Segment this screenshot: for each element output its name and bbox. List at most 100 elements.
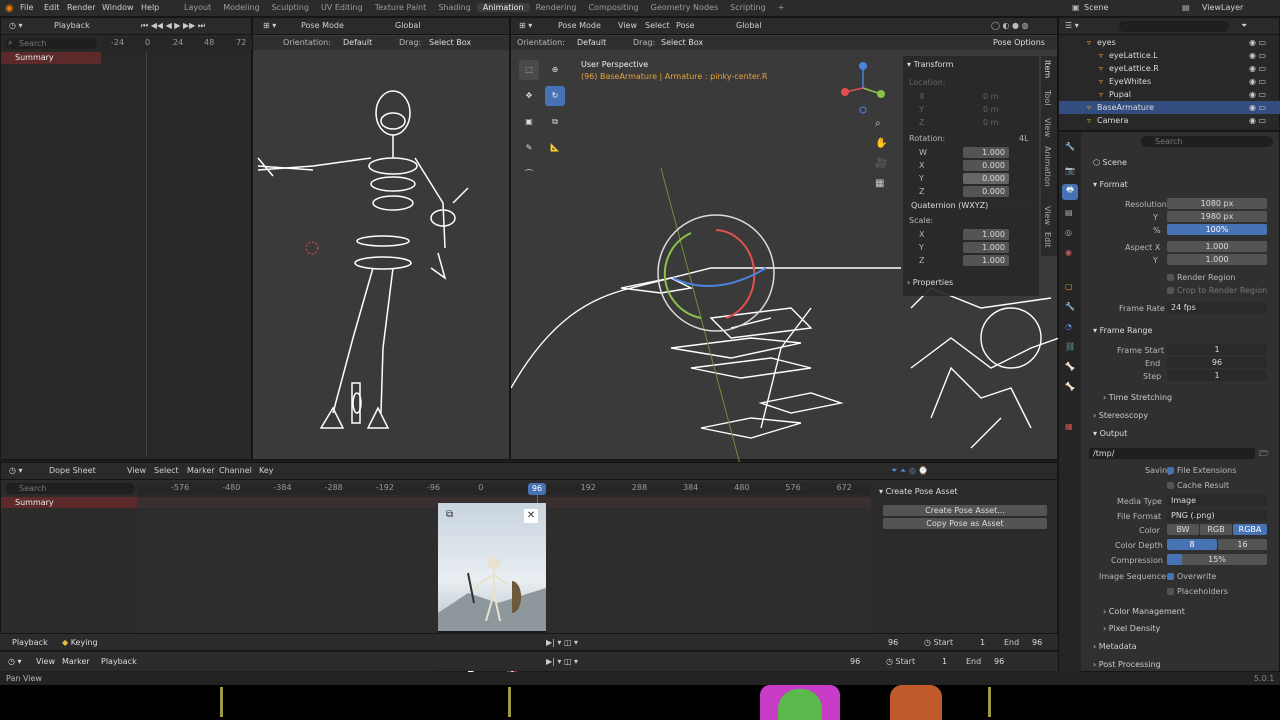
tab-layout[interactable]: Layout [178,3,217,12]
tab-modeling[interactable]: Modeling [217,3,265,12]
dope-select-menu[interactable]: Select [154,466,179,475]
object-props-icon[interactable]: ▢ [1065,282,1073,291]
left-editor-icon[interactable]: ⊞ ▾ [263,21,276,30]
frame-end-field[interactable]: 96 [1167,357,1267,368]
end-value-1[interactable]: 96 [1032,638,1042,647]
color-rgb-button[interactable]: RGB [1200,524,1232,535]
tool-move[interactable]: ✥ [519,86,539,106]
playback-menu-1[interactable]: Playback [12,638,48,647]
main-view-menu[interactable]: View [618,21,637,30]
aspect-y-field[interactable]: 1.000 [1167,254,1267,265]
pan-hand-icon[interactable]: ✋ [875,138,887,149]
rot-z-value[interactable]: 0.000 [963,186,1009,197]
outliner-row[interactable]: eyes ▿ ◉ ▭ [1059,36,1280,49]
marker-menu-2[interactable]: Marker [62,657,90,666]
viewport-shading-icons[interactable]: ◯ ◐ ● ◍ [991,21,1029,30]
main-editor-icon[interactable]: ⊞ ▾ [519,21,532,30]
tab-geometry-nodes[interactable]: Geometry Nodes [645,3,724,12]
visibility-eye-icon[interactable]: ◉ ▭ [1249,90,1266,99]
copy-pose-asset-button[interactable]: Copy Pose as Asset [883,518,1047,529]
main-orientation-select[interactable]: Default [577,38,606,47]
playback-menu[interactable]: Playback [54,21,90,30]
npanel-tab-item[interactable]: Item [1043,60,1052,78]
loc-x-value[interactable]: 0 m [983,92,998,101]
tool-cursor[interactable]: ⊕ [545,60,565,80]
playback-menu-2[interactable]: Playback [101,657,137,666]
npanel-tab-tool[interactable]: Tool [1043,90,1052,106]
pixel-density-header[interactable]: › Pixel Density [1103,624,1160,633]
outliner-search[interactable] [1119,21,1229,32]
scene-selector[interactable]: Scene [1084,3,1108,12]
format-panel-header[interactable]: ▾ Format [1093,180,1128,189]
menu-render[interactable]: Render [67,3,95,12]
main-pose-menu[interactable]: Pose [676,21,695,30]
main-select-menu[interactable]: Select [645,21,670,30]
render-region-checkbox[interactable]: Render Region [1167,273,1235,282]
rot-y-value[interactable]: 0.000 [963,173,1009,184]
add-workspace-button[interactable]: + [772,3,791,12]
npanel-tab-edit[interactable]: Edit [1043,232,1052,248]
world-props-icon[interactable]: ◉ [1065,248,1072,257]
texture-props-icon[interactable]: ▦ [1065,422,1073,431]
dope-sheet-mode[interactable]: Dope Sheet [49,466,96,475]
npanel-tab-view-2[interactable]: View [1043,206,1052,225]
current-frame-field-2[interactable]: 96 [850,657,860,666]
transform-panel-title[interactable]: ▾ Transform [907,60,953,69]
rot-x-value[interactable]: 0.000 [963,160,1009,171]
rot-w-value[interactable]: 1.000 [963,147,1009,158]
play-controls[interactable]: ⏮ ◀◀ ◀ ▶ ▶▶ ⏭ [141,21,205,31]
tool-props-icon[interactable]: 🔧 [1065,142,1075,151]
menu-edit[interactable]: Edit [44,3,60,12]
tab-rendering[interactable]: Rendering [530,3,583,12]
resolution-y-field[interactable]: 1980 px [1167,211,1267,222]
stereoscopy-header[interactable]: › Stereoscopy [1093,411,1148,420]
tab-texture-paint[interactable]: Texture Paint [369,3,433,12]
current-frame-field-1[interactable]: 96 [888,638,898,647]
view-menu-2[interactable]: View [36,657,55,666]
view-layer-selector[interactable]: ViewLayer [1202,3,1243,12]
dope-key-menu[interactable]: Key [259,466,274,475]
resolution-x-field[interactable]: 1080 px [1167,198,1267,209]
outliner-row[interactable]: eyeLattice.L ▿ ◉ ▭ [1059,49,1280,62]
dope-ruler[interactable] [137,483,871,495]
scl-y-value[interactable]: 1.000 [963,242,1009,253]
editor-type-icon[interactable]: ◷ ▾ [9,21,23,30]
metadata-header[interactable]: › Metadata [1093,642,1137,651]
menu-file[interactable]: File [20,3,33,12]
outliner-row[interactable]: Camera ▿ ◉ ▭ [1059,114,1280,127]
depth-16-button[interactable]: 16 [1218,539,1267,550]
physics-props-icon[interactable]: ◔ [1065,322,1072,331]
outliner-editor-icon[interactable]: ☰ ▾ [1065,21,1079,30]
bone-props-icon[interactable]: 🦴 [1065,382,1075,391]
tab-shading[interactable]: Shading [432,3,477,12]
frame-start-field[interactable]: 1 [1167,344,1267,355]
dope-summary[interactable]: Summary [1,497,137,508]
visibility-eye-icon[interactable]: ◉ ▭ [1249,116,1266,125]
visibility-eye-icon[interactable]: ◉ ▭ [1249,77,1266,86]
tab-sculpting[interactable]: Sculpting [266,3,315,12]
start-value-2[interactable]: 1 [942,657,947,666]
dope-search[interactable]: Search [5,483,135,494]
loc-y-value[interactable]: 0 m [983,105,998,114]
timeline-ruler[interactable]: -24 0 24 48 72 [101,38,253,50]
npanel-tab-animation[interactable]: Animation [1043,146,1052,187]
end-value-2[interactable]: 96 [994,657,1004,666]
play-controls-1[interactable]: ▶| ▾ ◫ ▾ [546,638,578,647]
tab-animation[interactable]: Animation [476,3,530,12]
outliner-row[interactable]: eyeLattice.R ▿ ◉ ▭ [1059,62,1280,75]
left-drag-select[interactable]: Select Box [429,38,471,47]
play-controls-2[interactable]: ▶| ▾ ◫ ▾ [546,657,578,666]
color-bw-button[interactable]: BW [1167,524,1199,535]
left-viewport[interactable]: ⊞ ▾ Pose Mode Global Orientation: Defaul… [252,17,510,460]
keying-menu[interactable]: ◆ Keying [62,638,98,647]
time-stretching-header[interactable]: › Time Stretching [1103,393,1172,402]
post-processing-header[interactable]: › Post Processing [1093,660,1161,669]
main-pose-mode[interactable]: Pose Mode [558,21,601,30]
dope-marker-menu[interactable]: Marker [187,466,215,475]
frame-rate-select[interactable]: 24 fps [1167,302,1267,313]
view-layer-props-icon[interactable]: ▤ [1065,208,1073,217]
outliner-row[interactable]: Pupal ▿ ◉ ▭ [1059,88,1280,101]
outliner-row[interactable]: EyeWhites ▿ ◉ ▭ [1059,75,1280,88]
dope-view-menu[interactable]: View [127,466,146,475]
aspect-x-field[interactable]: 1.000 [1167,241,1267,252]
